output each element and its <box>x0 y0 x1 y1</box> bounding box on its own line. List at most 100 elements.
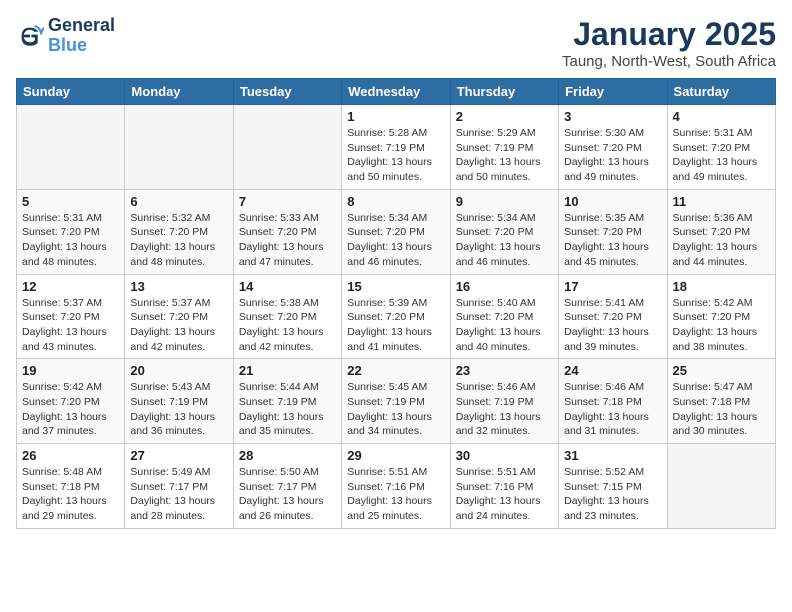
day-number: 7 <box>239 194 336 209</box>
title-block: January 2025 Taung, North-West, South Af… <box>562 16 776 70</box>
calendar-cell <box>233 105 341 190</box>
day-number: 19 <box>22 363 119 378</box>
weekday-header: Tuesday <box>233 79 341 105</box>
weekday-header: Sunday <box>17 79 125 105</box>
calendar-cell: 6 Sunrise: 5:32 AM Sunset: 7:20 PM Daylig… <box>125 189 233 274</box>
calendar-week-row: 5 Sunrise: 5:31 AM Sunset: 7:20 PM Daylig… <box>17 189 776 274</box>
month-title: January 2025 <box>562 16 776 53</box>
day-info: Sunrise: 5:47 AM Sunset: 7:18 PM Dayligh… <box>673 380 770 439</box>
calendar-cell: 30Sunrise: 5:51 AM Sunset: 7:16 PM Dayli… <box>450 444 558 529</box>
calendar-cell <box>125 105 233 190</box>
calendar-cell: 26 Sunrise: 5:48 AM Sunset: 7:18 PM Dayli… <box>17 444 125 529</box>
day-number: 24 <box>564 363 661 378</box>
calendar-cell: 8Sunrise: 5:34 AM Sunset: 7:20 PM Daylig… <box>342 189 450 274</box>
day-info: Sunrise: 5:38 AM Sunset: 7:20 PM Dayligh… <box>239 296 336 355</box>
weekday-header: Friday <box>559 79 667 105</box>
weekday-header: Thursday <box>450 79 558 105</box>
day-info: Sunrise: 5:31 AM Sunset: 7:20 PM Dayligh… <box>22 211 119 270</box>
calendar-cell: 7 Sunrise: 5:33 AM Sunset: 7:20 PM Daylig… <box>233 189 341 274</box>
day-number: 29 <box>347 448 444 463</box>
calendar-cell: 4 Sunrise: 5:31 AM Sunset: 7:20 PM Daylig… <box>667 105 775 190</box>
day-number: 2 <box>456 109 553 124</box>
day-number: 22 <box>347 363 444 378</box>
calendar-cell <box>17 105 125 190</box>
day-number: 12 <box>22 279 119 294</box>
day-info: Sunrise: 5:37 AM Sunset: 7:20 PM Dayligh… <box>22 296 119 355</box>
calendar-cell: 1Sunrise: 5:28 AM Sunset: 7:19 PM Daylig… <box>342 105 450 190</box>
day-info: Sunrise: 5:33 AM Sunset: 7:20 PM Dayligh… <box>239 211 336 270</box>
day-number: 11 <box>673 194 770 209</box>
calendar-cell: 31Sunrise: 5:52 AM Sunset: 7:15 PM Dayli… <box>559 444 667 529</box>
weekday-header: Monday <box>125 79 233 105</box>
day-info: Sunrise: 5:31 AM Sunset: 7:20 PM Dayligh… <box>673 126 770 185</box>
calendar-cell: 15Sunrise: 5:39 AM Sunset: 7:20 PM Dayli… <box>342 274 450 359</box>
day-info: Sunrise: 5:52 AM Sunset: 7:15 PM Dayligh… <box>564 465 661 524</box>
day-info: Sunrise: 5:37 AM Sunset: 7:20 PM Dayligh… <box>130 296 227 355</box>
day-number: 25 <box>673 363 770 378</box>
calendar-cell: 5 Sunrise: 5:31 AM Sunset: 7:20 PM Daylig… <box>17 189 125 274</box>
calendar-cell: 20Sunrise: 5:43 AM Sunset: 7:19 PM Dayli… <box>125 359 233 444</box>
page-header: General Blue January 2025 Taung, North-W… <box>16 16 776 70</box>
day-number: 9 <box>456 194 553 209</box>
location-title: Taung, North-West, South Africa <box>562 53 776 70</box>
day-info: Sunrise: 5:42 AM Sunset: 7:20 PM Dayligh… <box>673 296 770 355</box>
day-info: Sunrise: 5:46 AM Sunset: 7:18 PM Dayligh… <box>564 380 661 439</box>
day-number: 28 <box>239 448 336 463</box>
day-info: Sunrise: 5:42 AM Sunset: 7:20 PM Dayligh… <box>22 380 119 439</box>
day-number: 27 <box>130 448 227 463</box>
day-number: 6 <box>130 194 227 209</box>
day-info: Sunrise: 5:39 AM Sunset: 7:20 PM Dayligh… <box>347 296 444 355</box>
calendar-cell: 2Sunrise: 5:29 AM Sunset: 7:19 PM Daylig… <box>450 105 558 190</box>
day-number: 17 <box>564 279 661 294</box>
day-number: 21 <box>239 363 336 378</box>
calendar-cell: 10Sunrise: 5:35 AM Sunset: 7:20 PM Dayli… <box>559 189 667 274</box>
day-info: Sunrise: 5:41 AM Sunset: 7:20 PM Dayligh… <box>564 296 661 355</box>
calendar-cell: 13Sunrise: 5:37 AM Sunset: 7:20 PM Dayli… <box>125 274 233 359</box>
day-info: Sunrise: 5:51 AM Sunset: 7:16 PM Dayligh… <box>456 465 553 524</box>
calendar-cell: 28 Sunrise: 5:50 AM Sunset: 7:17 PM Dayli… <box>233 444 341 529</box>
day-info: Sunrise: 5:48 AM Sunset: 7:18 PM Dayligh… <box>22 465 119 524</box>
calendar-cell: 29 Sunrise: 5:51 AM Sunset: 7:16 PM Dayli… <box>342 444 450 529</box>
calendar-cell: 25 Sunrise: 5:47 AM Sunset: 7:18 PM Dayli… <box>667 359 775 444</box>
logo: General Blue <box>16 16 115 56</box>
weekday-header: Wednesday <box>342 79 450 105</box>
calendar-cell: 23 Sunrise: 5:46 AM Sunset: 7:19 PM Dayli… <box>450 359 558 444</box>
calendar-cell: 17 Sunrise: 5:41 AM Sunset: 7:20 PM Dayli… <box>559 274 667 359</box>
day-number: 3 <box>564 109 661 124</box>
calendar-week-row: 19 Sunrise: 5:42 AM Sunset: 7:20 PM Dayli… <box>17 359 776 444</box>
calendar-week-row: 1Sunrise: 5:28 AM Sunset: 7:19 PM Daylig… <box>17 105 776 190</box>
calendar-cell: 3Sunrise: 5:30 AM Sunset: 7:20 PM Daylig… <box>559 105 667 190</box>
day-info: Sunrise: 5:45 AM Sunset: 7:19 PM Dayligh… <box>347 380 444 439</box>
day-info: Sunrise: 5:32 AM Sunset: 7:20 PM Dayligh… <box>130 211 227 270</box>
day-info: Sunrise: 5:40 AM Sunset: 7:20 PM Dayligh… <box>456 296 553 355</box>
day-number: 20 <box>130 363 227 378</box>
day-number: 26 <box>22 448 119 463</box>
calendar-cell: 12 Sunrise: 5:37 AM Sunset: 7:20 PM Dayli… <box>17 274 125 359</box>
day-number: 8 <box>347 194 444 209</box>
calendar-cell: 19 Sunrise: 5:42 AM Sunset: 7:20 PM Dayli… <box>17 359 125 444</box>
calendar-cell: 22 Sunrise: 5:45 AM Sunset: 7:19 PM Dayli… <box>342 359 450 444</box>
day-info: Sunrise: 5:44 AM Sunset: 7:19 PM Dayligh… <box>239 380 336 439</box>
weekday-header-row: SundayMondayTuesdayWednesdayThursdayFrid… <box>17 79 776 105</box>
calendar-cell: 24 Sunrise: 5:46 AM Sunset: 7:18 PM Dayli… <box>559 359 667 444</box>
calendar-cell: 16Sunrise: 5:40 AM Sunset: 7:20 PM Dayli… <box>450 274 558 359</box>
calendar-cell: 18 Sunrise: 5:42 AM Sunset: 7:20 PM Dayli… <box>667 274 775 359</box>
day-info: Sunrise: 5:51 AM Sunset: 7:16 PM Dayligh… <box>347 465 444 524</box>
calendar-cell: 9 Sunrise: 5:34 AM Sunset: 7:20 PM Daylig… <box>450 189 558 274</box>
calendar-cell: 14 Sunrise: 5:38 AM Sunset: 7:20 PM Dayli… <box>233 274 341 359</box>
day-info: Sunrise: 5:28 AM Sunset: 7:19 PM Dayligh… <box>347 126 444 185</box>
day-number: 5 <box>22 194 119 209</box>
day-number: 14 <box>239 279 336 294</box>
calendar-week-row: 12 Sunrise: 5:37 AM Sunset: 7:20 PM Dayli… <box>17 274 776 359</box>
day-info: Sunrise: 5:36 AM Sunset: 7:20 PM Dayligh… <box>673 211 770 270</box>
day-info: Sunrise: 5:50 AM Sunset: 7:17 PM Dayligh… <box>239 465 336 524</box>
day-info: Sunrise: 5:46 AM Sunset: 7:19 PM Dayligh… <box>456 380 553 439</box>
logo-text: General Blue <box>48 16 115 56</box>
day-number: 23 <box>456 363 553 378</box>
day-number: 4 <box>673 109 770 124</box>
day-number: 18 <box>673 279 770 294</box>
calendar-cell: 27Sunrise: 5:49 AM Sunset: 7:17 PM Dayli… <box>125 444 233 529</box>
day-info: Sunrise: 5:34 AM Sunset: 7:20 PM Dayligh… <box>456 211 553 270</box>
calendar-cell: 11 Sunrise: 5:36 AM Sunset: 7:20 PM Dayli… <box>667 189 775 274</box>
weekday-header: Saturday <box>667 79 775 105</box>
